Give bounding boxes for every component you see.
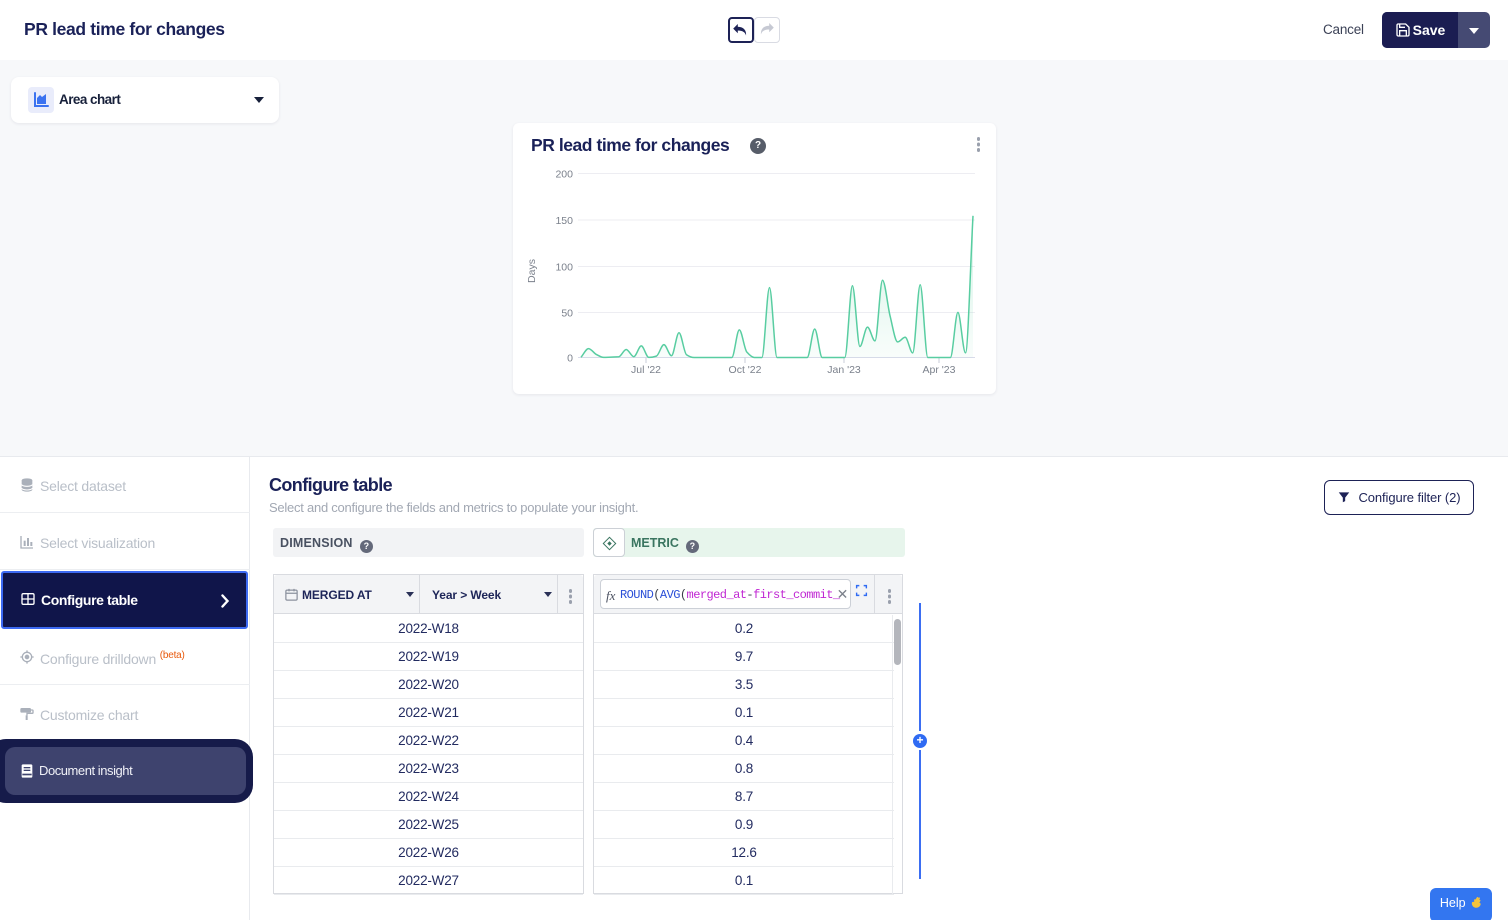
svg-text:0: 0 xyxy=(567,353,573,365)
svg-text:Jan '23: Jan '23 xyxy=(827,364,861,376)
svg-text:Days: Days xyxy=(526,259,538,283)
svg-text:Jul '22: Jul '22 xyxy=(631,364,661,376)
svg-text:50: 50 xyxy=(561,308,573,320)
svg-text:200: 200 xyxy=(555,169,573,181)
svg-text:Apr '23: Apr '23 xyxy=(923,364,956,376)
svg-text:150: 150 xyxy=(555,215,573,227)
svg-text:Oct '22: Oct '22 xyxy=(729,364,762,376)
svg-text:100: 100 xyxy=(555,262,573,274)
